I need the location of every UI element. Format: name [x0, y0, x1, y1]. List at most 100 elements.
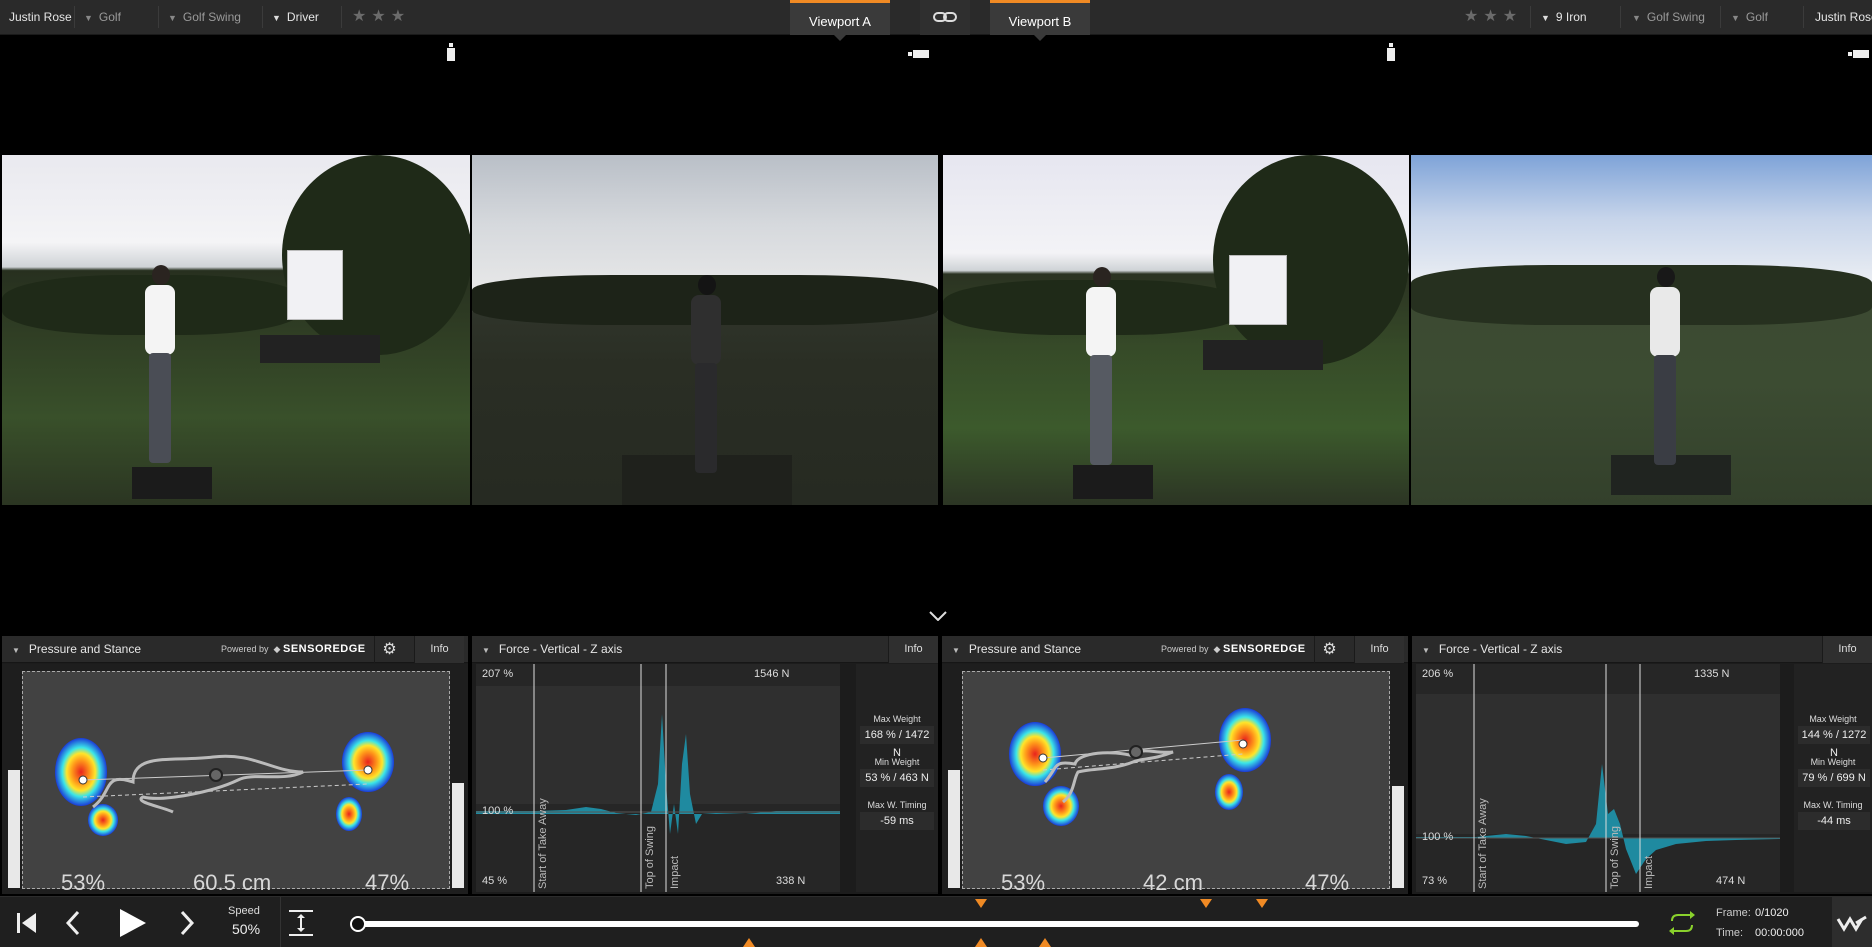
max-timing-label: Max W. Timing	[867, 800, 927, 810]
gear-icon[interactable]: ⚙	[1314, 636, 1344, 663]
camera-landscape-icon[interactable]	[1848, 46, 1870, 64]
powered-by-label: Powered by	[1161, 644, 1209, 654]
powered-by-sensoredge: Powered by ◆ SENSOREDGE	[221, 636, 366, 663]
video-a-side-view[interactable]	[2, 155, 470, 505]
tab-viewport-b[interactable]: Viewport B	[990, 0, 1090, 41]
speed-label: Speed	[228, 905, 260, 917]
timeline-playhead[interactable]	[350, 916, 366, 932]
marker-a-top-of-swing[interactable]	[975, 899, 987, 908]
marker-a-impact[interactable]	[1039, 938, 1051, 947]
max-weight-label: Max Weight	[1809, 714, 1857, 724]
caret-down-icon: ▼	[12, 646, 20, 655]
force-waveform: Start of Take Away Top of Swing Impact	[1416, 664, 1780, 892]
timeline-track[interactable]	[357, 921, 1639, 927]
pressure-map[interactable]: 53% 60.5 cm 47%	[22, 671, 450, 895]
tab-viewport-a[interactable]: Viewport A	[790, 0, 890, 41]
force-body: Start of Take Away Top of Swing Impact 2…	[1412, 664, 1872, 894]
playback-controls: Speed 50% Frame: 0/1020 Time: 00:00:000	[0, 896, 1872, 947]
marker-start-take-away: Start of Take Away	[537, 798, 549, 889]
rating-a-stars[interactable]: ★★★	[352, 0, 410, 34]
force-waveform: Start of Take Away Top of Swing Impact	[476, 664, 840, 892]
loop-toggle-button[interactable]	[1664, 897, 1700, 947]
panel-title[interactable]: ▼ Force - Vertical - Z axis	[1422, 636, 1562, 664]
sport-b-selector[interactable]: ▼ Golf	[1731, 0, 1768, 34]
force-bot-n: 474 N	[1716, 875, 1746, 887]
camera-portrait-icon[interactable]	[446, 42, 456, 67]
marker-impact: Impact	[669, 856, 681, 889]
video-b-front-view[interactable]	[1411, 155, 1872, 505]
chevron-down-icon: ▼	[1632, 13, 1641, 23]
info-button[interactable]: Info	[888, 636, 938, 663]
video-b-side-view[interactable]	[943, 155, 1409, 505]
force-top-pct: 207 %	[482, 668, 514, 680]
sport-a-selector[interactable]: ▼ Golf	[84, 0, 121, 34]
time-label: Time:	[1716, 927, 1744, 939]
caret-down-icon: ▼	[482, 646, 490, 655]
marker-top-of-swing: Top of Swing	[1609, 826, 1621, 889]
panel-title[interactable]: ▼ Pressure and Stance	[952, 636, 1081, 664]
force-bot-n: 338 N	[776, 875, 806, 887]
info-button[interactable]: Info	[1822, 636, 1872, 663]
athlete-a-selector[interactable]: Justin Rose	[9, 0, 72, 34]
step-back-button[interactable]	[56, 897, 90, 947]
club-a-selector[interactable]: ▼ Driver	[272, 0, 319, 34]
panel-title[interactable]: ▼ Pressure and Stance	[12, 636, 141, 664]
pressure-heatmap	[55, 732, 394, 836]
stance-width: 60.5 cm	[193, 870, 272, 895]
link-viewports-button[interactable]	[920, 0, 970, 35]
force-top-n: 1546 N	[754, 668, 790, 680]
panel-b-pressure-stance: ▼ Pressure and Stance Powered by ◆ SENSOR…	[942, 636, 1408, 895]
powered-by-sensoredge: Powered by ◆ SENSOREDGE	[1161, 636, 1306, 663]
panel-title[interactable]: ▼ Force - Vertical - Z axis	[482, 636, 622, 664]
skip-to-start-button[interactable]	[8, 897, 42, 947]
rating-b-stars[interactable]: ★★★	[1464, 0, 1522, 34]
link-icon	[933, 12, 957, 22]
pressure-body: 53% 60.5 cm 47%	[2, 664, 468, 895]
club-b-selector[interactable]: ▼ 9 Iron	[1541, 0, 1587, 34]
panel-header: ▼ Force - Vertical - Z axis Info	[1412, 636, 1872, 663]
max-timing-value: -44 ms	[1798, 812, 1870, 830]
force-top-n: 1335 N	[1694, 668, 1730, 680]
chevron-down-icon: ▼	[272, 13, 281, 23]
app-logo[interactable]	[1832, 897, 1872, 947]
top-bar: Justin Rose ▼ Golf ▼ Golf Swing ▼ Driver ★★…	[0, 0, 1872, 41]
loop-icon	[1669, 911, 1695, 935]
collapse-panels-chevron-icon[interactable]	[929, 608, 947, 626]
pressure-map[interactable]: 53% 42 cm 47%	[962, 671, 1390, 895]
right-pressure-bar	[1392, 786, 1404, 888]
marker-a-top-of-swing-lower[interactable]	[975, 938, 987, 947]
club-a-label: Driver	[286, 10, 319, 24]
marker-b-impact[interactable]	[1256, 899, 1268, 908]
marker-b-start-take-away[interactable]	[1200, 899, 1212, 908]
play-button[interactable]	[110, 897, 154, 947]
camera-portrait-icon[interactable]	[1386, 42, 1396, 67]
right-weight-pct: 47%	[365, 870, 410, 895]
activity-b-label: Golf Swing	[1646, 10, 1705, 24]
activity-a-selector[interactable]: ▼ Golf Swing	[168, 0, 241, 34]
app-logo-icon	[1836, 915, 1867, 932]
caret-down-icon: ▼	[952, 646, 960, 655]
speed-value[interactable]: 50%	[232, 921, 260, 937]
club-b-label: 9 Iron	[1555, 10, 1587, 24]
trim-button[interactable]	[280, 897, 320, 947]
sensoredge-logo-icon: ◆	[273, 644, 281, 654]
sensoredge-brand: SENSOREDGE	[1222, 643, 1306, 655]
activity-a-label: Golf Swing	[182, 10, 241, 24]
camera-landscape-icon[interactable]	[908, 46, 930, 64]
step-forward-button[interactable]	[170, 897, 204, 947]
sport-b-label: Golf	[1745, 10, 1768, 24]
athlete-b-selector[interactable]: Justin Rose	[1815, 0, 1872, 34]
force-chart[interactable]: Start of Take Away Top of Swing Impact 2…	[1416, 664, 1780, 892]
info-button[interactable]: Info	[1354, 636, 1404, 663]
force-chart[interactable]: Start of Take Away Top of Swing Impact 2…	[476, 664, 840, 892]
gear-icon[interactable]: ⚙	[374, 636, 404, 663]
frame-label: Frame:	[1716, 907, 1751, 919]
caret-down-icon: ▼	[1422, 646, 1430, 655]
video-a-front-view[interactable]	[472, 155, 938, 505]
activity-b-selector[interactable]: ▼ Golf Swing	[1632, 0, 1705, 34]
sensoredge-logo-icon: ◆	[1213, 644, 1221, 654]
min-weight-value: 79 % / 699 N	[1798, 769, 1870, 787]
panel-header: ▼ Force - Vertical - Z axis Info	[472, 636, 938, 663]
info-button[interactable]: Info	[414, 636, 464, 663]
marker-a-start-take-away[interactable]	[743, 938, 755, 947]
